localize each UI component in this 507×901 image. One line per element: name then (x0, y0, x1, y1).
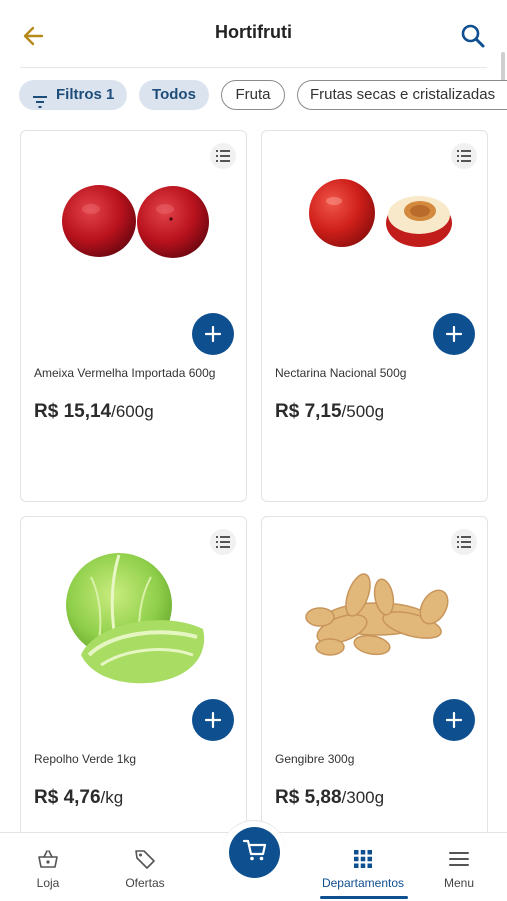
nav-label: Departamentos (321, 876, 405, 890)
price-value: R$ 15,14 (34, 401, 112, 422)
chip-fruta[interactable]: Fruta (221, 80, 285, 110)
product-price: R$ 15,14/600g (34, 401, 154, 423)
price-value: R$ 4,76 (34, 787, 101, 808)
product-image-plum[interactable] (21, 151, 247, 311)
product-image-cabbage[interactable] (21, 537, 247, 697)
product-card[interactable]: Repolho Verde 1kg R$ 4,76/kg (20, 516, 247, 846)
chip-todos[interactable]: Todos (139, 80, 209, 110)
nav-ofertas[interactable]: Ofertas (108, 833, 182, 901)
nav-label: Ofertas (125, 876, 165, 890)
filter-bar: Filtros 1 Todos Fruta Frutas secas e cri… (0, 80, 507, 112)
nav-label: Menu (443, 876, 475, 890)
nav-departamentos[interactable]: Departamentos (312, 833, 414, 901)
price-unit: /600g (111, 402, 154, 421)
product-name: Repolho Verde 1kg (34, 752, 137, 766)
cart-icon (242, 837, 268, 868)
filters-label: Filtros 1 (56, 86, 115, 103)
tag-icon (133, 847, 157, 871)
product-image-ginger[interactable] (262, 537, 488, 697)
product-name: Nectarina Nacional 500g (275, 366, 407, 380)
page-title: Hortifruti (215, 22, 292, 42)
add-to-cart-button[interactable] (433, 699, 475, 741)
basket-icon (36, 847, 60, 871)
price-value: R$ 7,15 (275, 401, 342, 422)
product-price: R$ 4,76/kg (34, 787, 123, 809)
product-card[interactable]: Ameixa Vermelha Importada 600g R$ 15,14/… (20, 130, 247, 502)
hamburger-icon (447, 847, 471, 871)
product-price: R$ 5,88/300g (275, 787, 384, 809)
price-unit: /kg (100, 788, 124, 807)
product-name: Ameixa Vermelha Importada 600g (34, 366, 216, 380)
chip-frutas-secas[interactable]: Frutas secas e cristalizadas (297, 80, 507, 110)
filter-icon (33, 89, 47, 108)
filters-button[interactable]: Filtros 1 (19, 80, 127, 110)
nav-loja[interactable]: Loja (12, 833, 84, 901)
price-unit: /300g (341, 788, 385, 807)
cart-button[interactable] (229, 827, 280, 878)
product-image-nectarine[interactable] (262, 151, 488, 311)
product-price: R$ 7,15/500g (275, 401, 384, 423)
product-card[interactable]: Nectarina Nacional 500g R$ 7,15/500g (261, 130, 488, 502)
add-to-cart-button[interactable] (192, 699, 234, 741)
active-indicator (320, 896, 408, 899)
nav-menu[interactable]: Menu (424, 833, 494, 901)
price-unit: /500g (341, 402, 385, 421)
grid-icon (351, 847, 375, 871)
nav-label: Loja (36, 876, 60, 890)
app-header: Hortifruti (0, 0, 507, 68)
product-name: Gengibre 300g (275, 752, 355, 766)
price-value: R$ 5,88 (275, 787, 342, 808)
header-divider (20, 67, 487, 68)
add-to-cart-button[interactable] (192, 313, 234, 355)
add-to-cart-button[interactable] (433, 313, 475, 355)
product-card[interactable]: Gengibre 300g R$ 5,88/300g (261, 516, 488, 846)
search-icon[interactable] (459, 22, 487, 50)
